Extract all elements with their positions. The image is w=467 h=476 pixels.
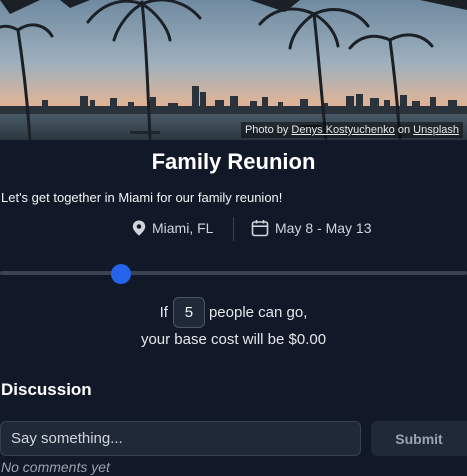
map-pin-icon — [132, 220, 146, 236]
location-text: Miami, FL — [152, 220, 214, 236]
event-dates: May 8 - May 13 — [251, 216, 371, 240]
base-cost-text: your base cost will be $0.00 — [140, 331, 327, 348]
miami-skyline-image — [0, 0, 467, 140]
event-meta: Miami, FL May 8 - May 13 — [0, 216, 467, 241]
no-comments-text: No comments yet — [1, 459, 110, 475]
people-slider-thumb[interactable] — [111, 264, 132, 284]
calendar-icon — [251, 219, 269, 237]
people-prefix: If — [159, 303, 168, 321]
credit-mid: on — [397, 124, 411, 136]
hero-photo: Photo by Denys Kostyuchenko on Unsplash — [0, 0, 467, 140]
event-description: Let's get together in Miami for our fami… — [1, 190, 283, 205]
event-title: Family Reunion — [151, 149, 316, 174]
people-count-line: If 5 people can go, — [0, 296, 467, 328]
photo-credit: Photo by Denys Kostyuchenko on Unsplash — [240, 122, 463, 138]
event-page: Photo by Denys Kostyuchenko on Unsplash … — [0, 0, 467, 476]
credit-prefix: Photo by — [244, 124, 289, 136]
people-suffix: people can go, — [208, 303, 308, 321]
submit-button[interactable]: Submit — [371, 421, 467, 456]
discussion-heading: Discussion — [1, 380, 92, 399]
event-location: Miami, FL — [132, 216, 213, 240]
meta-divider — [233, 217, 234, 241]
people-count-box[interactable]: 5 — [172, 296, 205, 328]
photographer-link[interactable]: Denys Kostyuchenko — [291, 124, 394, 136]
people-slider-track[interactable] — [0, 271, 467, 275]
dates-text: May 8 - May 13 — [275, 220, 372, 236]
unsplash-link[interactable]: Unsplash — [413, 124, 459, 136]
comment-input[interactable] — [0, 421, 361, 456]
